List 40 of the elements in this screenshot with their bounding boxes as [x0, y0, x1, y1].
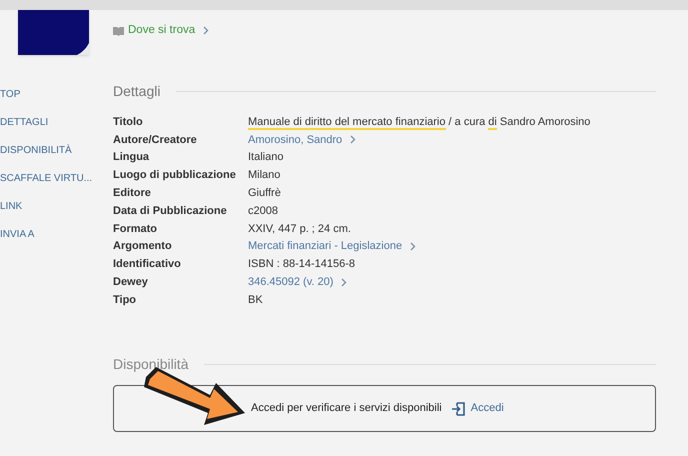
nav-link[interactable]: TOP	[0, 87, 113, 102]
field-label: Formato	[113, 222, 158, 237]
field-label: Editore	[113, 186, 152, 202]
field-label: Titolo	[113, 114, 144, 130]
field-link[interactable]: Amorosino, Sandro	[248, 132, 356, 148]
field-label: Identificativo	[113, 257, 182, 272]
sign-in-icon	[452, 402, 465, 416]
field-value: BK	[248, 292, 263, 308]
field-label: Luogo di pubblicazione	[113, 168, 237, 184]
location-link[interactable]: Dove si trova	[113, 22, 656, 40]
login-button[interactable]: Accedi	[452, 400, 504, 417]
nav-link[interactable]: SCAFFALE VIRTU...	[0, 171, 113, 186]
nav-link[interactable]: LINK	[0, 199, 113, 214]
field-label: Lingua	[113, 150, 150, 166]
nav-link[interactable]: DISPONIBILITÀ	[0, 143, 113, 158]
book-cover	[18, 10, 89, 55]
field-value: XXIV, 447 p. ; 24 cm.	[248, 222, 351, 237]
section-heading: Dettagli	[113, 82, 160, 102]
nav-link[interactable]: DETTAGLI	[0, 115, 113, 130]
field-label: Dewey	[113, 275, 149, 290]
field-value: Giuffrè	[248, 186, 281, 202]
field-label: Data di Pubblicazione	[113, 204, 228, 219]
field-value: Manuale di diritto del mercato finanziario / a cura di Sandro Amorosino	[248, 114, 590, 130]
field-label: Autore/Creatore	[113, 132, 198, 148]
field-value: c2008	[248, 204, 278, 219]
field-label: Argomento	[113, 239, 173, 254]
field-link[interactable]: Mercati finanziari - Legislazione	[248, 238, 416, 255]
field-link[interactable]: 346.45092 (v. 20)	[248, 274, 348, 291]
field-value: Milano	[248, 168, 280, 184]
book-icon	[113, 26, 124, 36]
section-heading: Disponibilità	[113, 355, 188, 374]
chevron-right-icon	[350, 135, 356, 144]
chevron-right-icon	[341, 278, 348, 287]
field-value: Italiano	[248, 150, 284, 166]
nav-link[interactable]: INVIA A	[0, 227, 113, 242]
field-value: ISBN : 88-14-14156-8	[248, 257, 356, 272]
login-message: Accedi per verificare i servizi disponibili	[251, 401, 442, 416]
chevron-right-icon	[203, 26, 210, 36]
chevron-right-icon	[410, 242, 416, 252]
field-label: Tipo	[113, 292, 138, 308]
